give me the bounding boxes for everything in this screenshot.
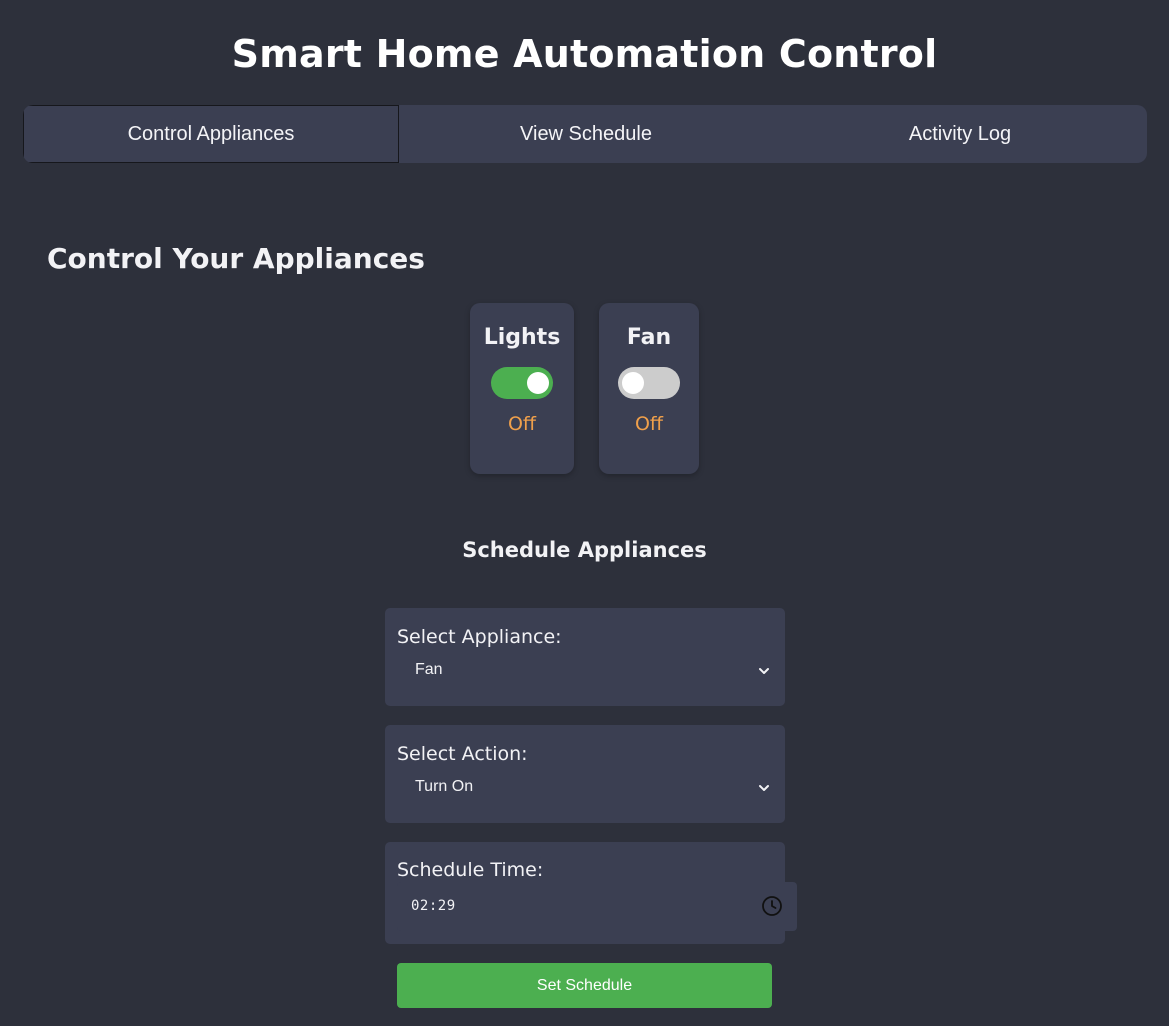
fan-toggle[interactable] xyxy=(618,367,680,399)
action-select[interactable]: Turn On xyxy=(397,773,775,801)
appliance-select-value: Fan xyxy=(415,661,443,678)
clock-icon[interactable] xyxy=(761,895,783,917)
appliance-select[interactable]: Fan xyxy=(397,656,775,684)
tab-activity-log[interactable]: Activity Log xyxy=(773,105,1147,163)
toggle-knob xyxy=(527,372,549,394)
time-form-group: Schedule Time: 02:29 xyxy=(385,842,797,944)
control-section-title: Control Your Appliances xyxy=(47,242,425,275)
appliance-status: Off xyxy=(634,413,664,435)
chevron-down-icon xyxy=(759,785,769,791)
appliance-select-label: Select Appliance: xyxy=(397,626,562,648)
schedule-time-value: 02:29 xyxy=(411,898,456,914)
page-title: Smart Home Automation Control xyxy=(231,32,938,76)
appliance-card-fan: Fan Off xyxy=(599,303,699,474)
schedule-time-input[interactable]: 02:29 xyxy=(397,882,797,931)
tab-control-appliances[interactable]: Control Appliances xyxy=(23,105,399,163)
set-schedule-button[interactable]: Set Schedule xyxy=(397,963,772,1008)
appliance-status: Off xyxy=(507,413,537,435)
chevron-down-icon xyxy=(759,668,769,674)
action-select-value: Turn On xyxy=(415,778,474,795)
lights-toggle[interactable] xyxy=(491,367,553,399)
tab-bar: Control Appliances View Schedule Activit… xyxy=(23,105,1147,163)
schedule-section-title: Schedule Appliances xyxy=(462,538,707,562)
appliance-name: Lights xyxy=(483,325,561,350)
appliance-card-lights: Lights Off xyxy=(470,303,574,474)
appliance-name: Fan xyxy=(626,325,672,350)
action-select-label: Select Action: xyxy=(397,743,528,765)
appliance-form-group: Select Appliance: Fan xyxy=(385,608,785,706)
schedule-time-label: Schedule Time: xyxy=(397,859,544,881)
tab-view-schedule[interactable]: View Schedule xyxy=(399,105,773,163)
action-form-group: Select Action: Turn On xyxy=(385,725,785,823)
toggle-knob xyxy=(622,372,644,394)
